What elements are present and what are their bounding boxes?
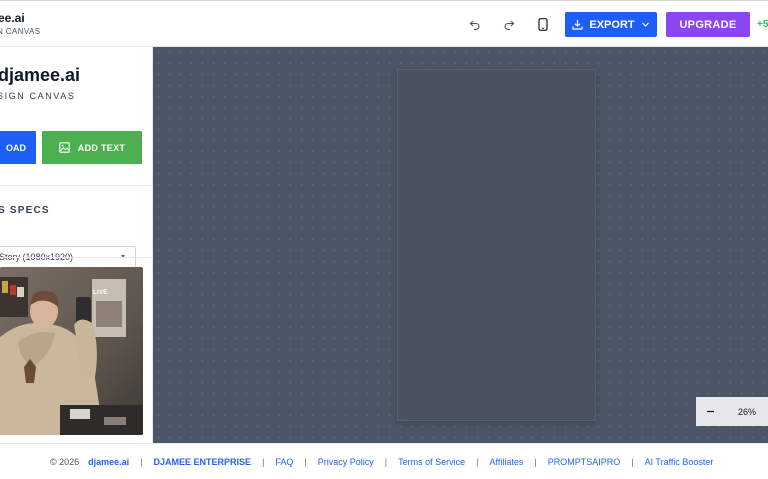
preview-photo-image — [0, 267, 143, 435]
zoom-out-button[interactable] — [696, 397, 724, 426]
add-text-label: ADD TEXT — [77, 142, 126, 153]
top-bar: ee.ai N CANVAS EXPORT UPGRADE +5 — [0, 0, 768, 47]
preview-overlay-text: LIVE — [93, 290, 108, 296]
brand-title: ee.ai — [0, 11, 25, 25]
footer-separator: | — [384, 457, 388, 467]
canvas-area[interactable]: 26% — [153, 47, 768, 443]
footer-separator: | — [140, 457, 143, 467]
footer-separator: | — [534, 457, 537, 467]
artboard[interactable] — [397, 69, 596, 421]
footer-separator: | — [631, 457, 634, 467]
specs-title: S SPECS — [0, 205, 50, 216]
footer-copyright: © 2026 — [50, 457, 80, 467]
brand-subtitle: N CANVAS — [0, 27, 41, 36]
upload-label: OAD — [6, 142, 26, 153]
redo-button[interactable] — [499, 14, 519, 34]
footer-link-affiliates[interactable]: Affiliates — [490, 457, 524, 467]
footer-enterprise-link[interactable]: DJAMEE ENTERPRISE — [154, 457, 252, 467]
sidebar-divider — [0, 185, 152, 186]
upload-button[interactable]: OAD — [0, 131, 36, 164]
redo-icon — [504, 20, 515, 30]
minus-icon — [706, 410, 714, 413]
credit-count: +5 — [757, 19, 768, 30]
footer-separator: | — [262, 457, 265, 467]
export-label: EXPORT — [589, 18, 635, 31]
sidebar: djamee.ai SIGN CANVAS OAD ADD TEXT S SPE… — [0, 47, 153, 443]
footer-separator: | — [304, 457, 307, 467]
zoom-control: 26% — [696, 397, 768, 426]
upgrade-button[interactable]: UPGRADE — [666, 12, 750, 37]
undo-button[interactable] — [465, 14, 485, 34]
footer-brand-link[interactable]: djamee.ai — [88, 457, 129, 467]
footer-link-terms[interactable]: Terms of Service — [398, 457, 465, 467]
sidebar-subtitle: SIGN CANVAS — [0, 91, 76, 101]
footer-link-privacy[interactable]: Privacy Policy — [318, 457, 374, 467]
footer-link-promptsaipro[interactable]: PROMPTSAIPRO — [548, 457, 621, 467]
footer-links: © 2026 djamee.ai | DJAMEE ENTERPRISE | F… — [50, 457, 713, 467]
export-button[interactable]: EXPORT — [565, 12, 657, 37]
mobile-icon — [538, 17, 548, 31]
footer-link-faq[interactable]: FAQ — [275, 457, 293, 467]
preview-photo[interactable]: LIVE — [0, 267, 143, 435]
mobile-preview-button[interactable] — [533, 14, 553, 34]
zoom-level: 26% — [738, 406, 757, 417]
sidebar-title: djamee.ai — [0, 65, 81, 85]
chevron-down-icon — [641, 22, 649, 27]
footer-link-traffic-booster[interactable]: AI Traffic Booster — [645, 457, 714, 467]
footer: © 2026 djamee.ai | DJAMEE ENTERPRISE | F… — [0, 443, 768, 479]
image-icon — [59, 142, 70, 153]
download-icon — [572, 20, 583, 30]
add-text-button[interactable]: ADD TEXT — [42, 131, 142, 164]
undo-icon — [469, 20, 480, 30]
footer-separator: | — [476, 457, 479, 467]
sidebar-divider-2 — [0, 257, 152, 258]
